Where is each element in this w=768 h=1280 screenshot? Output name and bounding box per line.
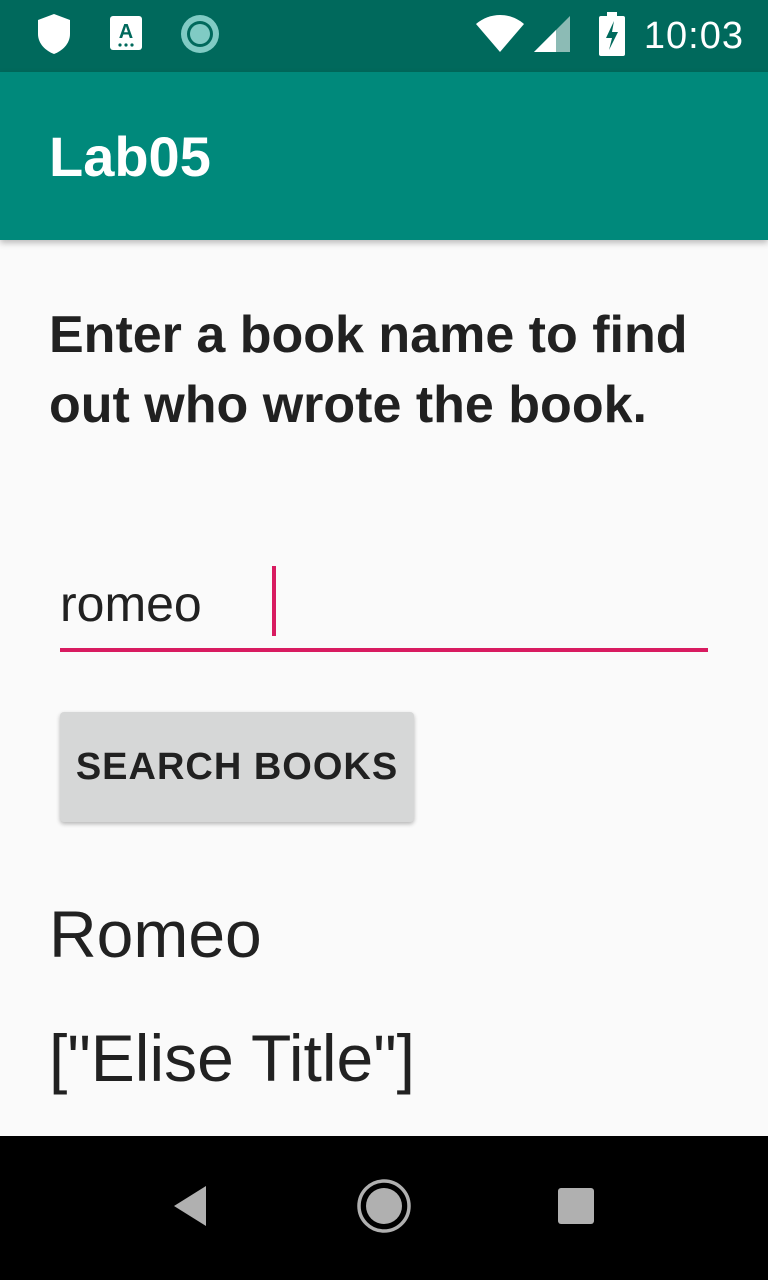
svg-text:A: A: [119, 21, 133, 43]
signal-icon: [532, 14, 572, 59]
app-title: Lab05: [49, 125, 211, 188]
status-bar: A 10:03: [0, 0, 768, 72]
battery-charging-icon: [598, 11, 626, 61]
recents-icon: [556, 1186, 596, 1231]
result-authors: ["Elise Title"]: [49, 1021, 415, 1095]
home-icon: [356, 1178, 412, 1239]
back-button[interactable]: [150, 1136, 230, 1280]
recents-button[interactable]: [536, 1136, 616, 1280]
main-content: Enter a book name to find out who wrote …: [0, 240, 768, 1136]
wifi-icon: [474, 14, 526, 59]
text-cursor: [272, 566, 276, 636]
back-icon: [170, 1184, 210, 1233]
shield-icon: [34, 12, 74, 61]
book-input-container[interactable]: [60, 562, 708, 652]
home-button[interactable]: [344, 1136, 424, 1280]
status-left-icons: A: [34, 12, 256, 61]
instructions-text: Enter a book name to find out who wrote …: [49, 306, 688, 434]
result-title: Romeo: [49, 897, 262, 971]
status-time: 10:03: [643, 14, 744, 57]
status-right-icons: 10:03: [474, 11, 744, 61]
navigation-bar: [0, 1136, 768, 1280]
search-books-button[interactable]: SEARCH BOOKS: [60, 712, 414, 822]
sync-icon: [178, 12, 222, 61]
app-bar: Lab05: [0, 72, 768, 240]
accessibility-icon: A: [108, 14, 144, 59]
book-name-input[interactable]: [60, 562, 708, 646]
